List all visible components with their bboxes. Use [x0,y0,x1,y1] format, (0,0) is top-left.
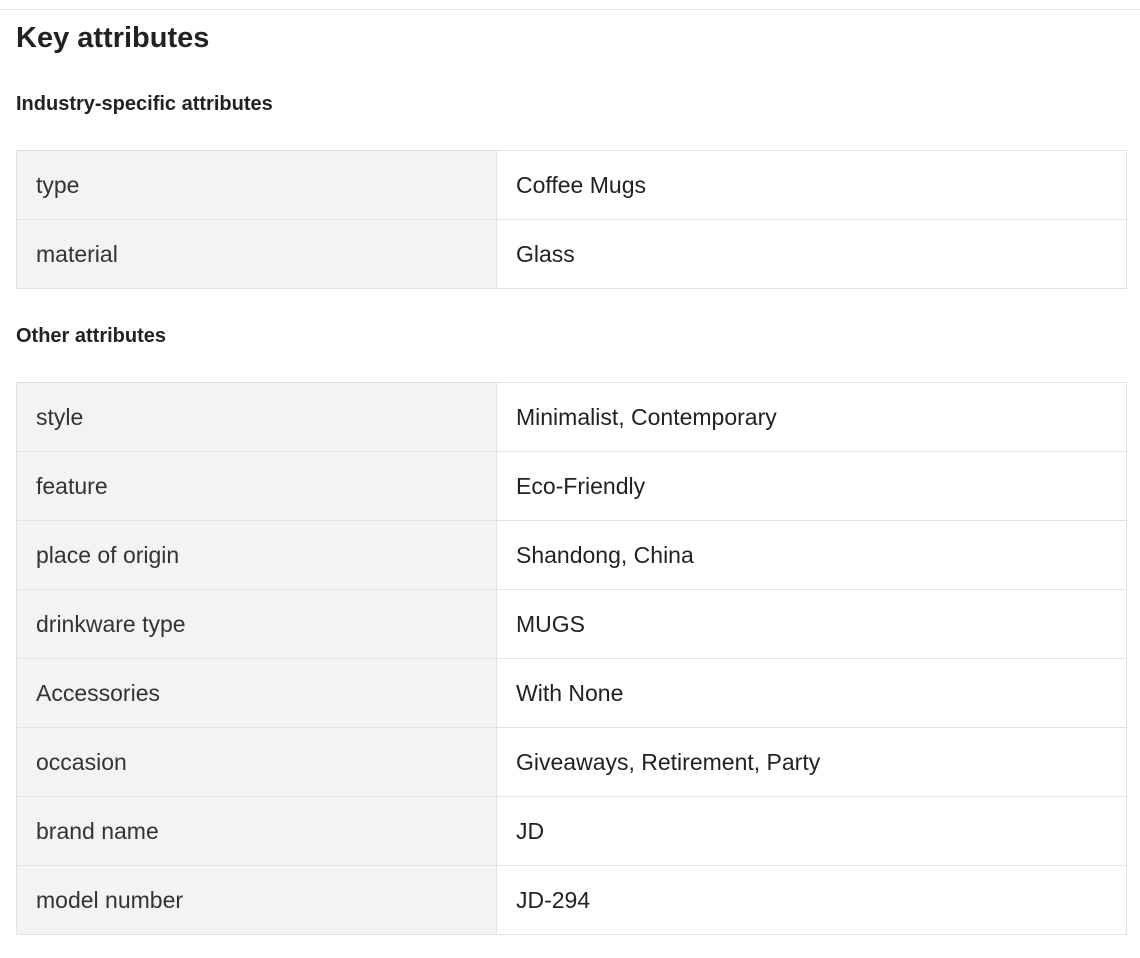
attribute-value: JD-294 [496,865,1127,935]
attribute-value: Coffee Mugs [496,150,1127,220]
attribute-key: style [16,382,497,452]
other-attributes-heading: Other attributes [16,325,167,347]
table-row: occasion Giveaways, Retirement, Party [16,727,1127,797]
attribute-value: Giveaways, Retirement, Party [496,727,1127,797]
page-title: Key attributes [16,22,210,54]
attribute-key: brand name [16,796,497,866]
attribute-key: occasion [16,727,497,797]
table-row: place of origin Shandong, China [16,520,1127,590]
table-row: type Coffee Mugs [16,150,1127,220]
industry-attributes-heading: Industry-specific attributes [16,93,273,115]
attribute-value: Minimalist, Contemporary [496,382,1127,452]
attribute-key: type [16,150,497,220]
other-attributes-table: style Minimalist, Contemporary feature E… [16,382,1127,935]
attribute-value: Shandong, China [496,520,1127,590]
attribute-value: Eco-Friendly [496,451,1127,521]
table-row: drinkware type MUGS [16,589,1127,659]
attribute-value: JD [496,796,1127,866]
table-row: brand name JD [16,796,1127,866]
attribute-key: model number [16,865,497,935]
attribute-key: drinkware type [16,589,497,659]
attribute-key: feature [16,451,497,521]
top-divider [0,9,1140,10]
attribute-key: material [16,219,497,289]
table-row: feature Eco-Friendly [16,451,1127,521]
table-row: material Glass [16,219,1127,289]
industry-attributes-table: type Coffee Mugs material Glass [16,150,1127,289]
attribute-value: MUGS [496,589,1127,659]
table-row: Accessories With None [16,658,1127,728]
attribute-value: With None [496,658,1127,728]
table-row: style Minimalist, Contemporary [16,382,1127,452]
attribute-key: place of origin [16,520,497,590]
table-row: model number JD-294 [16,865,1127,935]
attribute-value: Glass [496,219,1127,289]
attribute-key: Accessories [16,658,497,728]
